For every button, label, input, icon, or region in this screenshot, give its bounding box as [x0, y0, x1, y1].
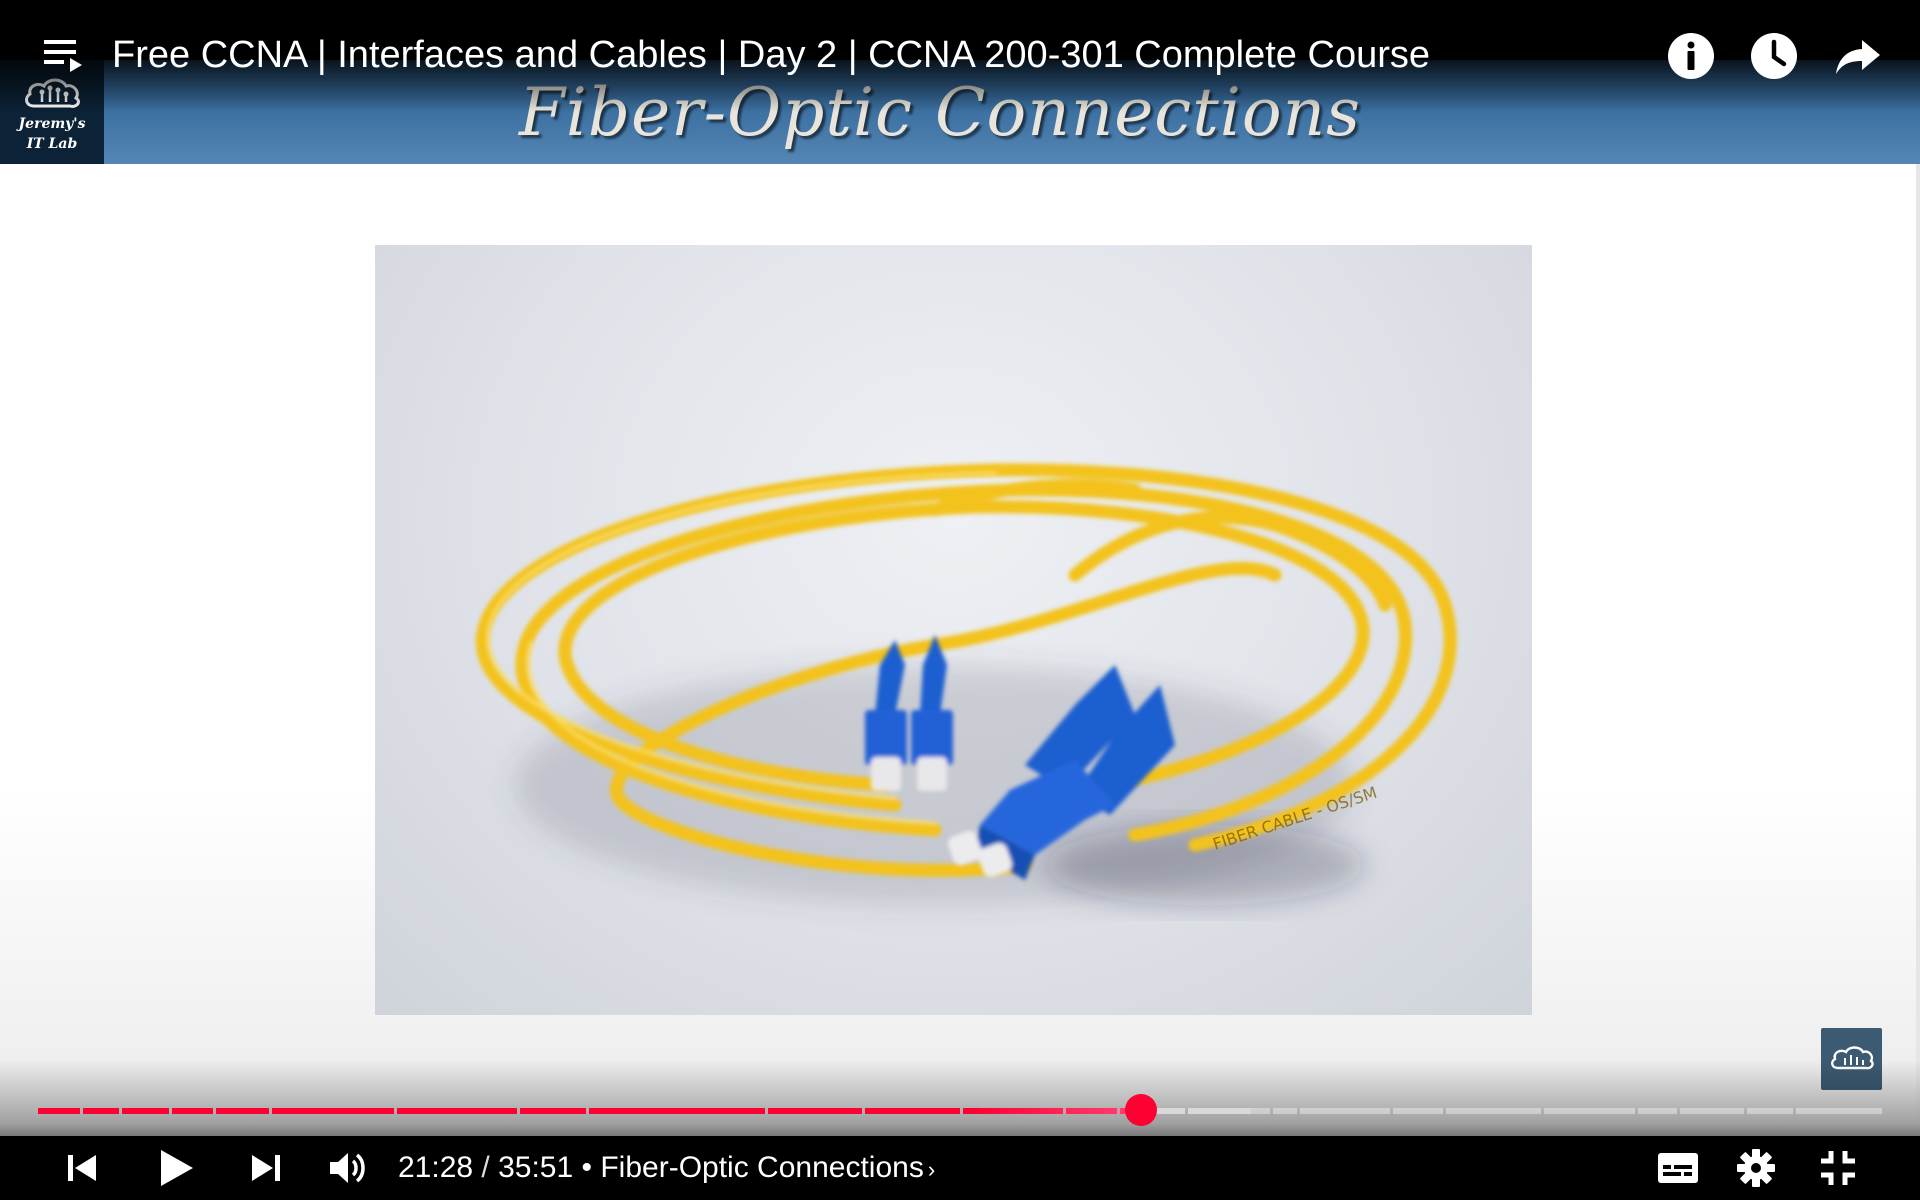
video-player[interactable]: Fiber-Optic Connections Jeremy's IT Lab — [0, 0, 1920, 1200]
scrubber-handle[interactable] — [1125, 1094, 1157, 1126]
progress-segment[interactable] — [216, 1108, 269, 1114]
progress-segment[interactable] — [865, 1108, 960, 1114]
chapter-title: Fiber-Optic Connections — [600, 1151, 924, 1184]
logo-text-line2: IT Lab — [26, 136, 78, 152]
chevron-right-icon: › — [927, 1157, 936, 1182]
info-icon — [1668, 33, 1714, 79]
chapter-link[interactable]: • Fiber-Optic Connections › — [582, 1151, 936, 1184]
progress-segment[interactable] — [1680, 1108, 1744, 1114]
slide-edge — [1916, 164, 1920, 1200]
play-icon — [161, 1150, 193, 1186]
previous-button[interactable] — [56, 1136, 108, 1200]
progress-segment[interactable] — [1393, 1108, 1443, 1114]
volume-button[interactable] — [320, 1136, 376, 1200]
progress-segment[interactable] — [1188, 1108, 1251, 1114]
volume-icon — [330, 1153, 365, 1183]
fiber-cable-photo: FIBER CABLE - OS/SM — [375, 245, 1532, 1015]
progress-bar[interactable] — [38, 1105, 1882, 1117]
progress-segment[interactable] — [1251, 1108, 1270, 1114]
progress-segment[interactable] — [1638, 1108, 1677, 1114]
exit-fullscreen-button[interactable] — [1810, 1136, 1866, 1200]
progress-segment[interactable] — [172, 1108, 213, 1114]
progress-hover-highlight — [971, 1108, 1141, 1114]
progress-segment[interactable] — [1747, 1108, 1793, 1114]
progress-segment[interactable] — [272, 1108, 394, 1114]
progress-segment[interactable] — [38, 1108, 80, 1114]
progress-segment[interactable] — [1273, 1108, 1297, 1114]
settings-button[interactable] — [1728, 1136, 1784, 1200]
progress-segment[interactable] — [520, 1108, 586, 1114]
progress-segment[interactable] — [1300, 1108, 1390, 1114]
logo-text-line1: Jeremy's — [18, 116, 86, 132]
watch-later-button[interactable] — [1748, 30, 1800, 82]
chapter-bullet: • — [581, 1151, 601, 1184]
exit-fullscreen-icon — [1821, 1151, 1855, 1185]
playlist-icon[interactable] — [40, 36, 86, 76]
info-button[interactable] — [1665, 30, 1717, 82]
play-button[interactable] — [148, 1136, 204, 1200]
clock-icon — [1751, 33, 1797, 79]
gear-icon — [1737, 1149, 1775, 1187]
next-button[interactable] — [240, 1136, 292, 1200]
captions-button[interactable] — [1648, 1136, 1708, 1200]
captions-icon — [1658, 1153, 1698, 1183]
previous-icon — [68, 1155, 96, 1181]
time-display: 21:28 / 35:51 • Fiber-Optic Connections › — [398, 1136, 935, 1200]
share-icon — [1836, 40, 1880, 74]
video-title[interactable]: Free CCNA | Interfaces and Cables | Day … — [112, 30, 1612, 80]
progress-segment[interactable] — [83, 1108, 119, 1114]
progress-segment[interactable] — [1544, 1108, 1635, 1114]
share-button[interactable] — [1832, 30, 1884, 82]
current-time: 21:28 — [398, 1151, 474, 1184]
progress-segment[interactable] — [397, 1108, 517, 1114]
time-separator: / — [473, 1151, 499, 1184]
next-icon — [252, 1155, 280, 1181]
progress-segment[interactable] — [1446, 1108, 1541, 1114]
progress-segment[interactable] — [1796, 1108, 1882, 1114]
progress-segment[interactable] — [122, 1108, 169, 1114]
progress-segment[interactable] — [589, 1108, 765, 1114]
progress-segment[interactable] — [768, 1108, 862, 1114]
duration: 35:51 — [498, 1151, 574, 1184]
